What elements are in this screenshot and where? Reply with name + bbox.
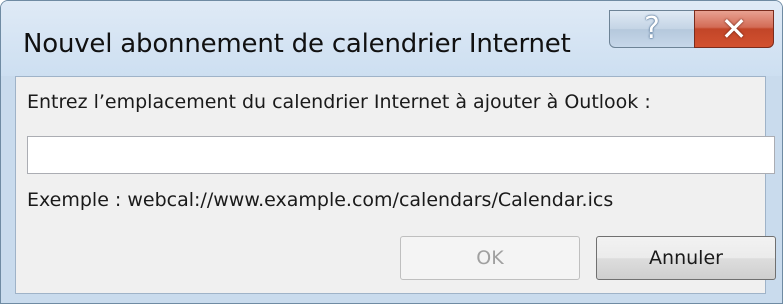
- title-bar[interactable]: Nouvel abonnement de calendrier Internet…: [1, 1, 782, 76]
- help-icon: ?: [644, 11, 660, 46]
- help-button[interactable]: ?: [609, 10, 695, 48]
- dialog-window: Nouvel abonnement de calendrier Internet…: [0, 0, 783, 304]
- cancel-button[interactable]: Annuler: [596, 236, 776, 280]
- close-button[interactable]: ✕: [694, 10, 774, 48]
- window-title: Nouvel abonnement de calendrier Internet: [23, 29, 571, 59]
- url-example-text: Exemple : webcal://www.example.com/calen…: [27, 189, 614, 211]
- url-prompt-label: Entrez l’emplacement du calendrier Inter…: [27, 91, 651, 113]
- dialog-body: Entrez l’emplacement du calendrier Inter…: [15, 76, 776, 294]
- calendar-url-input[interactable]: [27, 136, 775, 174]
- close-icon: ✕: [720, 10, 748, 48]
- ok-button[interactable]: OK: [400, 236, 580, 280]
